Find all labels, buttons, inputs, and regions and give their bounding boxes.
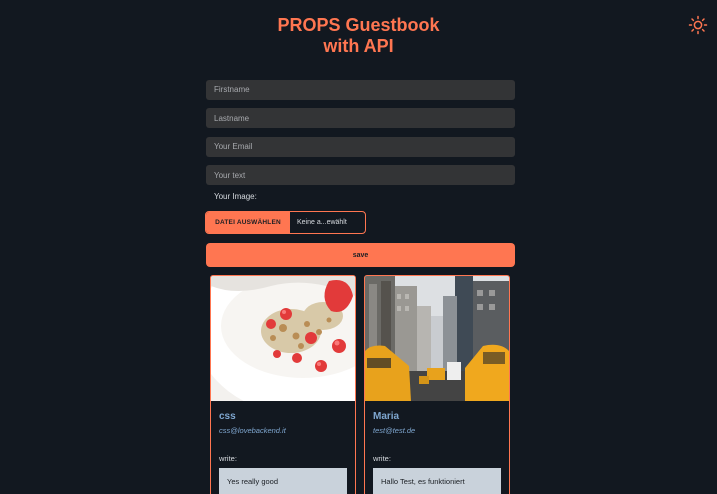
city-taxi-photo	[365, 276, 509, 401]
entry-card: Maria test@test.de write: Hallo Test, es…	[364, 275, 510, 494]
file-status: Keine a...ewählt	[297, 219, 347, 226]
text-input[interactable]	[206, 165, 515, 185]
entry-email[interactable]: css@lovebackend.it	[219, 426, 286, 435]
entry-write-label: write:	[373, 454, 391, 463]
choose-file-button[interactable]: DATEI AUSWÄHLEN	[206, 212, 290, 233]
sun-icon[interactable]	[688, 15, 708, 35]
title-line-2: with API	[323, 36, 394, 56]
image-label: Your Image:	[214, 192, 257, 201]
entry-card: css css@lovebackend.it write: Yes really…	[210, 275, 356, 494]
entry-write-label: write:	[219, 454, 237, 463]
file-picker[interactable]: DATEI AUSWÄHLEN Keine a...ewählt	[205, 211, 366, 234]
email-input[interactable]	[206, 136, 515, 157]
entry-email[interactable]: test@test.de	[373, 426, 415, 435]
guestbook-page: PROPS Guestbook with API Your Image: DAT…	[0, 0, 717, 494]
entry-name: css	[219, 411, 236, 422]
page-title: PROPS Guestbook with API	[0, 15, 717, 57]
lastname-input[interactable]	[206, 108, 515, 128]
title-line-1: PROPS Guestbook	[277, 15, 440, 35]
guestbook-form	[206, 79, 515, 193]
firstname-input[interactable]	[206, 79, 515, 100]
entry-name: Maria	[373, 411, 400, 422]
yogurt-strawberry-photo	[211, 276, 355, 401]
save-button[interactable]: save	[206, 243, 515, 267]
entry-message: Yes really good	[219, 468, 347, 494]
entry-message: Hallo Test, es funktioniert	[373, 468, 501, 494]
